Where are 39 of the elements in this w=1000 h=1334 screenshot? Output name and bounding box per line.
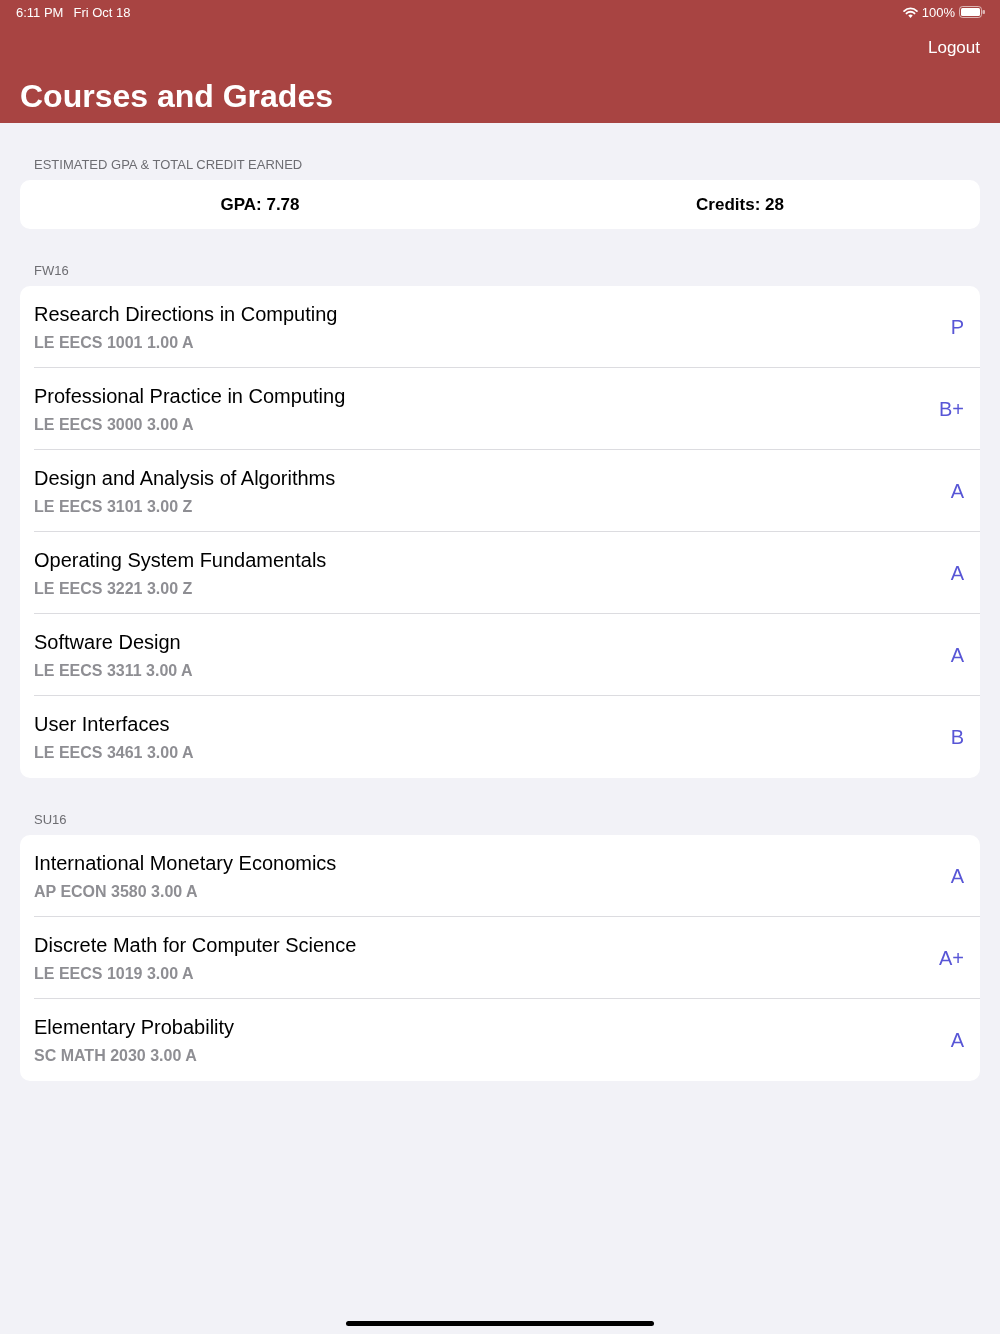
section-header: FW16 bbox=[34, 263, 69, 279]
course-code: LE EECS 3461 3.00 A bbox=[34, 743, 194, 763]
course-title: Operating System Fundamentals bbox=[34, 548, 327, 573]
section-header: SU16 bbox=[34, 812, 67, 828]
course-code: LE EECS 3311 3.00 A bbox=[34, 661, 193, 681]
gpa-value: GPA: 7.78 bbox=[220, 193, 300, 216]
credits-value: Credits: 28 bbox=[696, 193, 784, 216]
course-code: LE EECS 1019 3.00 A bbox=[34, 964, 194, 984]
logout-button[interactable]: Logout bbox=[928, 37, 980, 59]
section-header: ESTIMATED GPA & TOTAL CREDIT EARNED bbox=[34, 157, 303, 173]
course-grade: A bbox=[950, 643, 964, 668]
status-time: 6:11 PM bbox=[16, 4, 64, 20]
course-code: LE EECS 1001 1.00 A bbox=[34, 333, 194, 353]
battery-icon bbox=[959, 6, 985, 18]
course-grade: B bbox=[950, 725, 964, 750]
course-grade: B+ bbox=[938, 397, 964, 422]
course-code: LE EECS 3101 3.00 Z bbox=[34, 497, 193, 517]
course-code: LE EECS 3221 3.00 Z bbox=[34, 579, 193, 599]
course-title: International Monetary Economics bbox=[34, 851, 337, 876]
course-title: Professional Practice in Computing bbox=[34, 384, 346, 409]
course-grade: A bbox=[950, 864, 964, 889]
course-code: SC MATH 2030 3.00 A bbox=[34, 1046, 197, 1066]
course-title: Research Directions in Computing bbox=[34, 302, 338, 327]
course-grade: A bbox=[950, 561, 964, 586]
status-date: Fri Oct 18 bbox=[73, 4, 131, 20]
course-grade: A bbox=[950, 1028, 964, 1053]
course-title: Elementary Probability bbox=[34, 1015, 235, 1040]
course-title: User Interfaces bbox=[34, 712, 170, 737]
course-title: Software Design bbox=[34, 630, 181, 655]
course-grade: A bbox=[950, 479, 964, 504]
page-title: Courses and Grades bbox=[20, 77, 333, 116]
battery-percent: 100% bbox=[921, 4, 955, 20]
course-grade: A+ bbox=[938, 946, 964, 971]
course-title: Discrete Math for Computer Science bbox=[34, 933, 357, 958]
course-title: Design and Analysis of Algorithms bbox=[34, 466, 336, 491]
wifi-icon bbox=[902, 6, 918, 18]
course-code: AP ECON 3580 3.00 A bbox=[34, 882, 198, 902]
course-grade: P bbox=[950, 315, 964, 340]
course-code: LE EECS 3000 3.00 A bbox=[34, 415, 194, 435]
